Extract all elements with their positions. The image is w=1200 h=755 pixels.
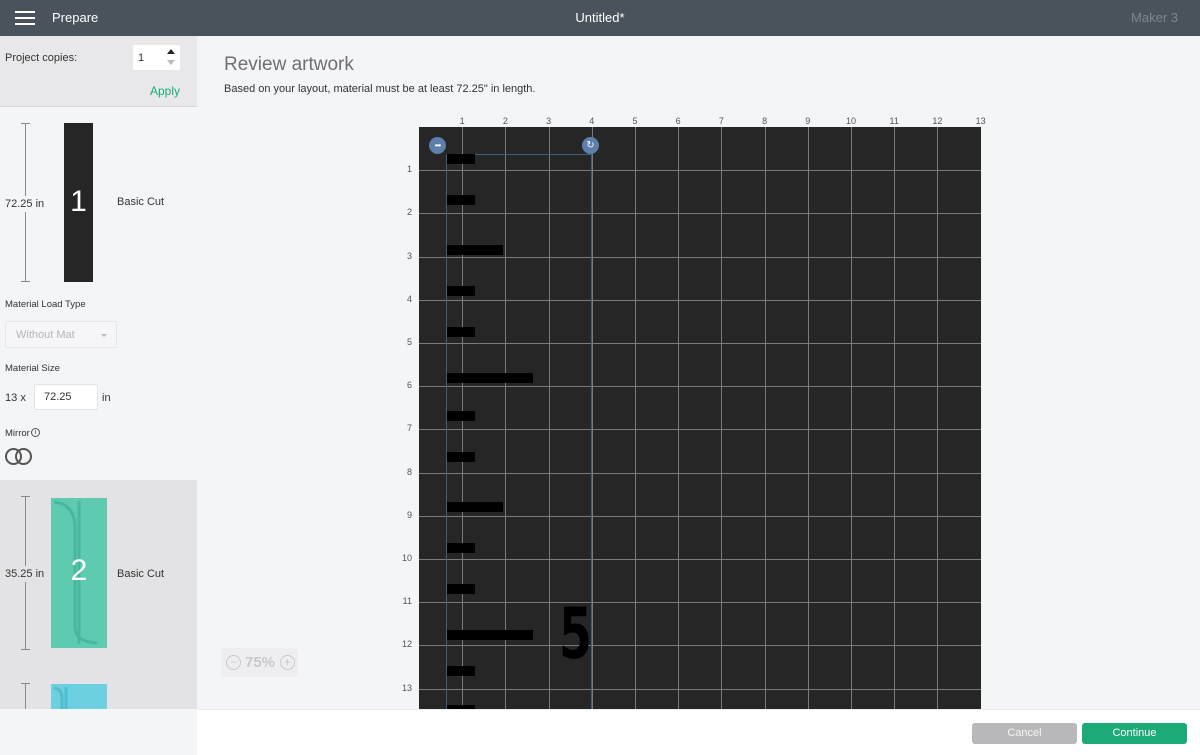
ruler-y-tick: 8 <box>406 466 412 477</box>
ruler-mark <box>447 452 476 463</box>
cancel-button[interactable]: Cancel <box>972 723 1077 744</box>
zoom-control: − 75% + <box>221 648 298 677</box>
mat-number: 1 <box>70 185 87 218</box>
mat-thumbnail-3[interactable] <box>51 684 107 709</box>
ruler-mark <box>447 411 476 422</box>
mat-canvas[interactable]: 5 ••• ↻ <box>419 127 981 709</box>
mat-card-2[interactable]: 35.25 in 2 Basic Cut <box>0 480 197 709</box>
ruler-mark <box>447 286 476 297</box>
project-copies-panel: Project copies: 1 Apply <box>0 36 197 107</box>
continue-button[interactable]: Continue <box>1082 723 1187 744</box>
size-separator: x <box>20 392 26 404</box>
mirror-label-text: Mirror <box>5 428 30 439</box>
material-load-type-select[interactable]: Without Mat <box>5 321 117 348</box>
ruler-x-tick: 1 <box>459 116 465 126</box>
material-width: 13 x <box>5 392 26 404</box>
mat-thumbnail[interactable]: 2 <box>51 498 107 648</box>
ruler-x-tick: 6 <box>675 116 681 126</box>
ruler-y-tick: 7 <box>406 423 412 434</box>
info-icon[interactable]: i <box>30 428 40 437</box>
ruler-y-tick: 9 <box>406 509 412 520</box>
apply-button[interactable]: Apply <box>150 84 180 98</box>
ruler-mark <box>447 543 476 554</box>
ruler-y-tick: 12 <box>401 639 412 650</box>
ruler-y-tick: 4 <box>406 293 412 304</box>
sidebar: Project copies: 1 Apply 72.25 in 1 Basic… <box>0 36 197 755</box>
ruler-x-tick: 10 <box>845 116 857 126</box>
mat-number: 2 <box>70 554 88 587</box>
ruler-y-tick: 13 <box>401 682 412 693</box>
material-size-unit: in <box>102 392 111 404</box>
page-title: Review artwork <box>224 54 354 75</box>
increment-arrow-icon[interactable] <box>167 49 175 54</box>
zoom-out-icon[interactable]: − <box>226 655 241 670</box>
ruler-x-tick: 8 <box>762 116 768 126</box>
ruler-y-tick: 11 <box>402 596 412 607</box>
machine-name[interactable]: Maker 3 <box>1131 10 1178 25</box>
ruler-mark <box>447 629 534 640</box>
ruler-mark <box>447 584 476 595</box>
mirror-label: Mirror i <box>5 428 40 439</box>
ruler-x-tick: 5 <box>632 116 638 126</box>
mat-cut-type: Basic Cut <box>117 568 165 580</box>
ruler-mark <box>447 372 534 383</box>
ruler-x-tick: 7 <box>718 116 724 126</box>
ruler-x-tick: 4 <box>589 116 595 126</box>
ruler-y-tick: 3 <box>406 250 412 261</box>
ruler-mark <box>447 666 476 677</box>
ruler-y-tick: 6 <box>406 380 412 391</box>
ruler-mark <box>447 502 504 513</box>
material-width-value: 13 <box>5 392 18 404</box>
zoom-level: 75% <box>245 654 276 671</box>
ruler-x-tick: 11 <box>889 116 899 126</box>
rotate-icon[interactable]: ↻ <box>582 137 599 154</box>
top-bar: Prepare Untitled* Maker 3 <box>0 0 1200 36</box>
ruler-mark <box>447 245 504 256</box>
material-length-input[interactable]: 72.25 <box>34 384 98 410</box>
dimension-cap <box>21 281 30 282</box>
artwork-number[interactable]: 5 <box>559 599 592 669</box>
ruler-y-tick: 2 <box>406 207 412 218</box>
project-copies-input[interactable]: 1 <box>133 45 180 70</box>
dimension-cap <box>21 649 30 650</box>
main-content: Review artwork Based on your layout, mat… <box>197 36 1200 709</box>
ruler-mark <box>447 327 476 338</box>
dimension-line <box>25 683 26 709</box>
ruler-y-tick: 5 <box>406 337 412 347</box>
more-options-icon[interactable]: ••• <box>429 137 446 154</box>
ruler-x-tick: 9 <box>805 116 811 126</box>
hamburger-menu-icon[interactable] <box>15 11 35 25</box>
section-title: Prepare <box>52 10 99 25</box>
project-copies-label: Project copies: <box>5 52 78 64</box>
ruler-y-tick: 10 <box>401 553 412 563</box>
footer-bar: Cancel Continue <box>197 709 1200 755</box>
project-copies-value[interactable]: 1 <box>138 52 144 64</box>
ruler-mark <box>447 195 476 206</box>
ruler-x-tick: 12 <box>932 116 943 126</box>
artwork-preview <box>53 686 68 709</box>
page-subtitle: Based on your layout, material must be a… <box>224 83 536 95</box>
mat-card-1[interactable]: 72.25 in 1 Basic Cut Material Load Type <box>0 108 197 480</box>
ruler-x-tick: 13 <box>975 116 986 126</box>
material-size-label: Material Size <box>5 363 60 374</box>
ruler-x-tick: 2 <box>502 116 508 126</box>
sidebar-footer <box>0 709 197 755</box>
mirror-toggle[interactable] <box>5 448 32 465</box>
ruler-x-tick: 3 <box>546 116 552 126</box>
ruler-y-tick: 1 <box>406 164 412 175</box>
chevron-down-icon <box>101 334 107 337</box>
project-title: Untitled* <box>575 10 625 25</box>
zoom-in-icon[interactable]: + <box>280 655 295 670</box>
decrement-arrow-icon[interactable] <box>167 60 175 65</box>
mat-length-label: 35.25 in <box>5 566 45 582</box>
material-load-type-label: Material Load Type <box>5 299 86 310</box>
ruler-mark <box>447 154 476 165</box>
mat-cut-type: Basic Cut <box>117 196 165 208</box>
mat-thumbnail[interactable]: 1 <box>64 123 93 282</box>
material-load-type-value: Without Mat <box>16 329 75 341</box>
mat-length-label: 72.25 in <box>5 196 45 212</box>
